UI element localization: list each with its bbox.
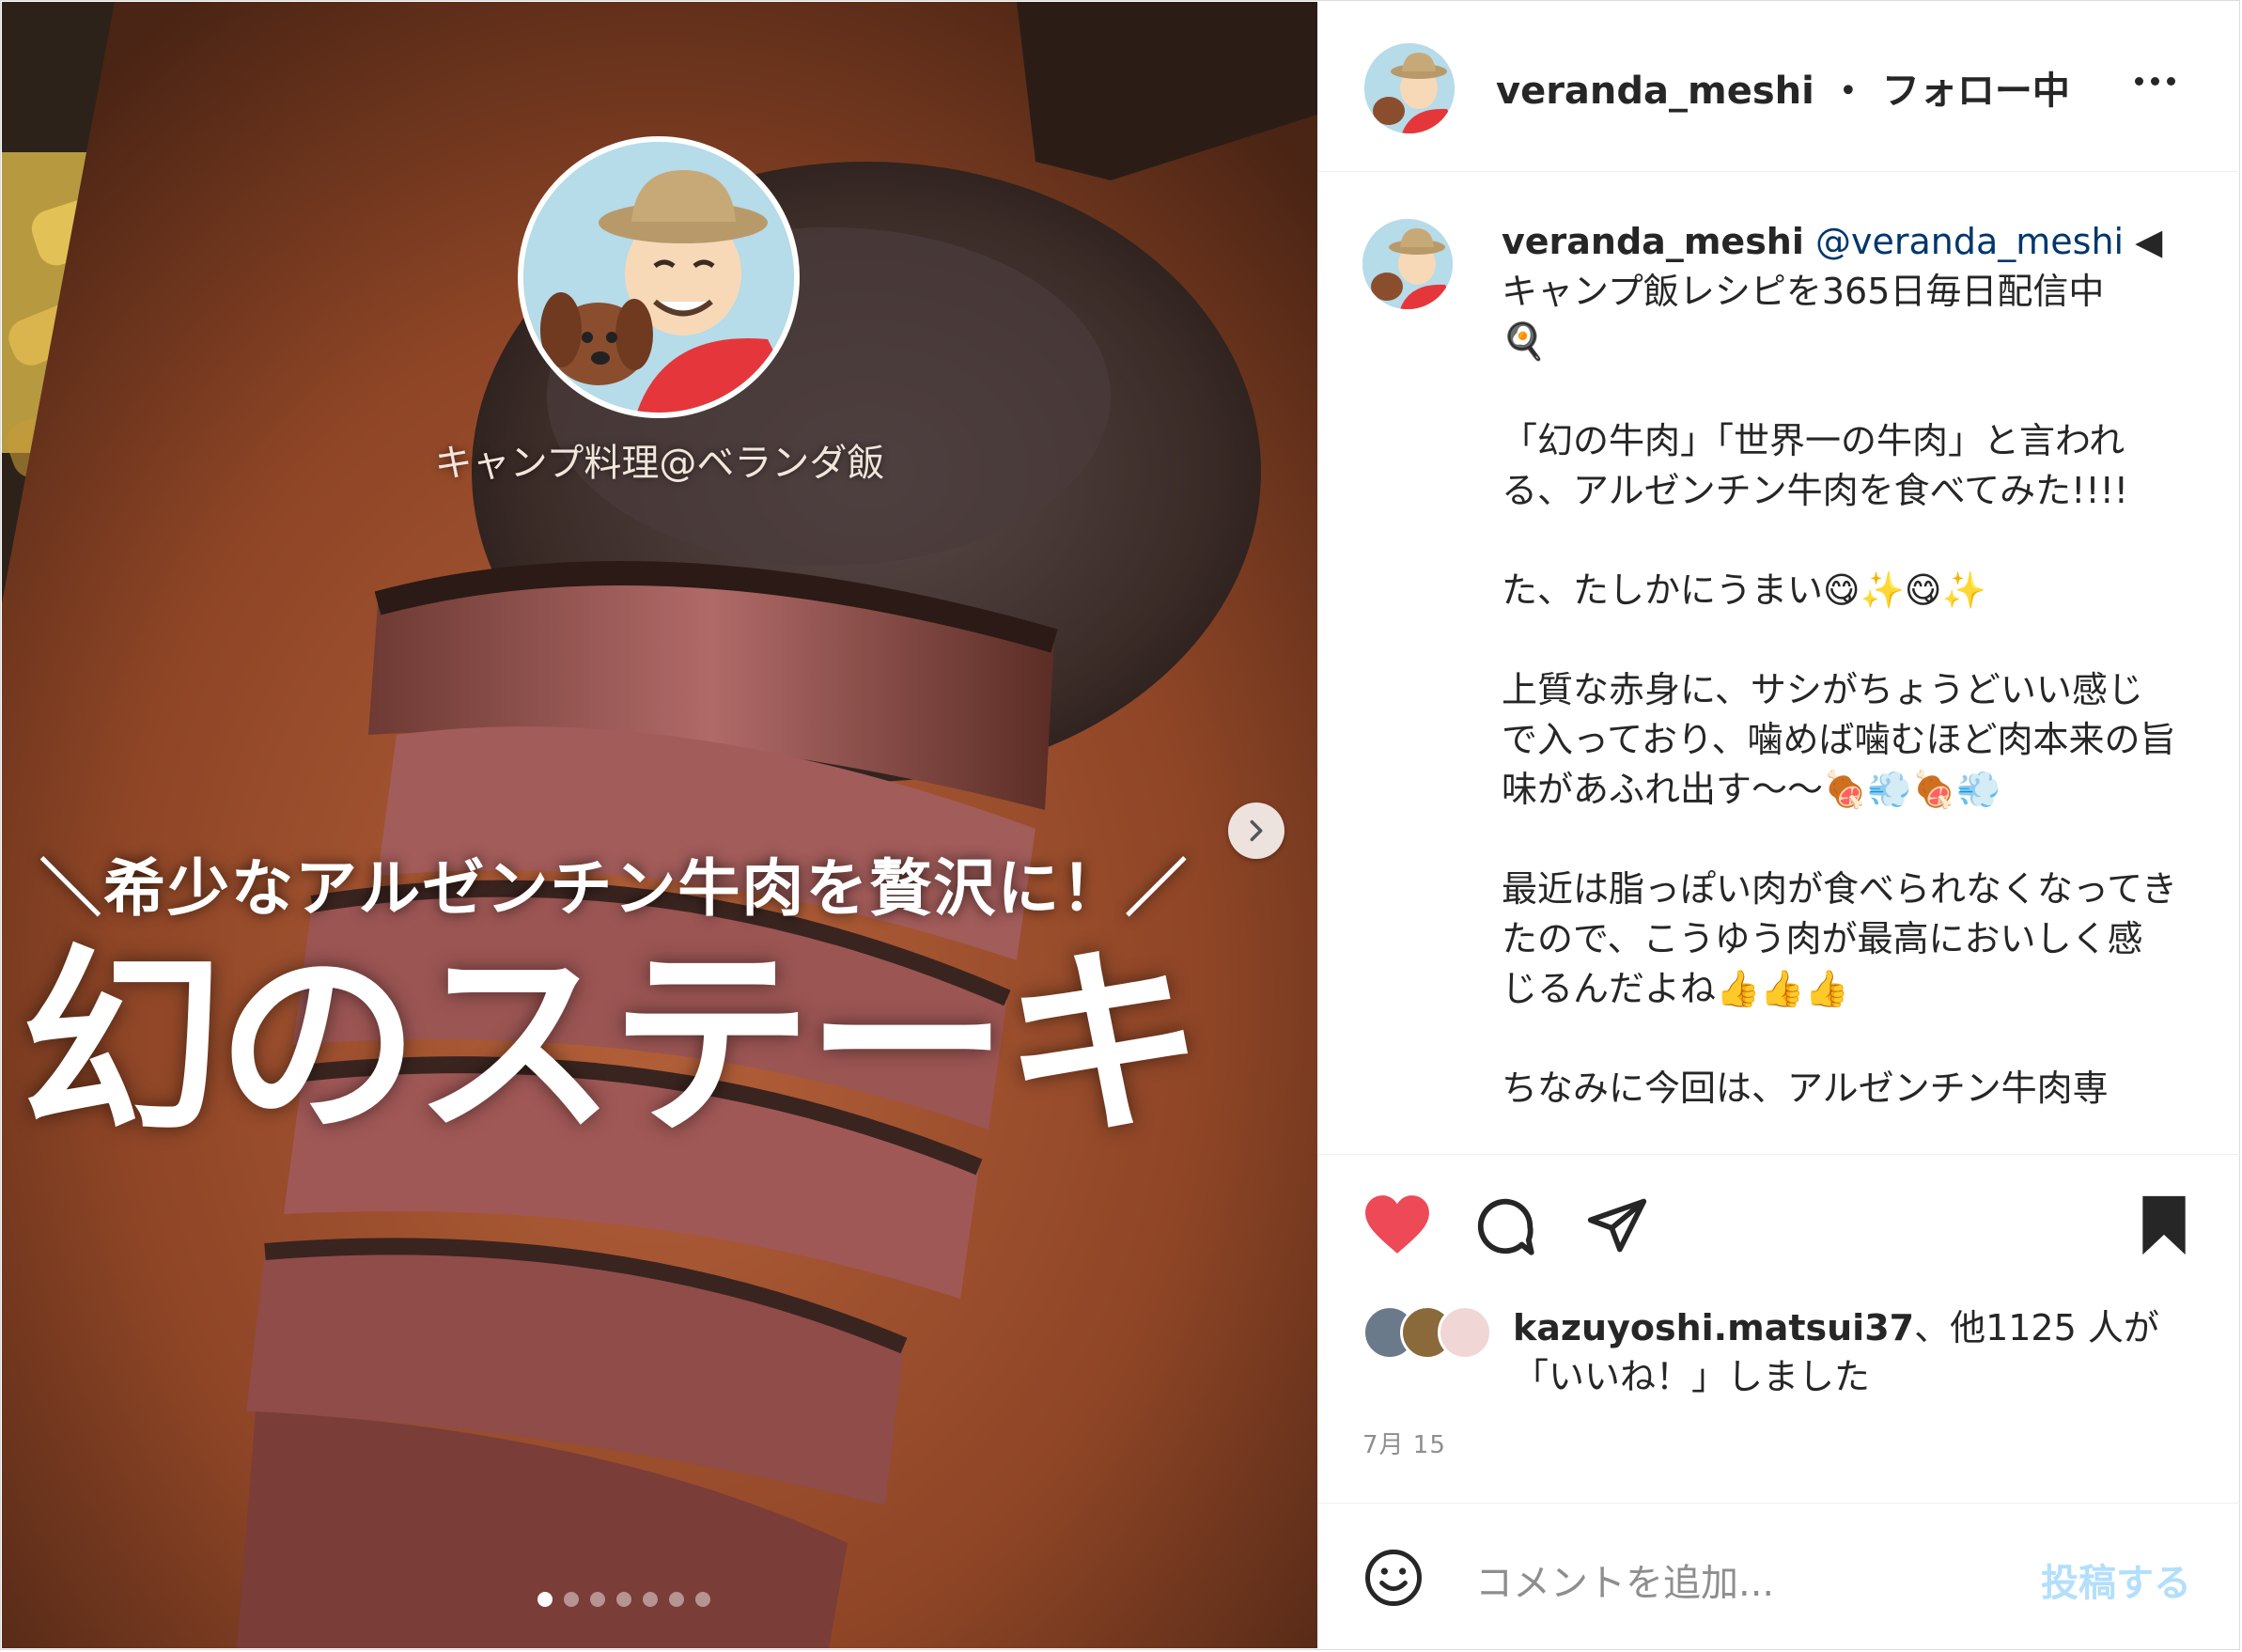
caption-author-avatar[interactable] xyxy=(1362,219,1453,309)
liker-username[interactable]: kazuyoshi.matsui37 xyxy=(1513,1307,1914,1348)
post-title: 幻のステーキ xyxy=(21,927,1205,1162)
comment-button[interactable] xyxy=(1472,1193,1538,1263)
follow-status[interactable]: フォロー中 xyxy=(1882,70,2070,113)
more-dot-icon xyxy=(2167,77,2175,86)
save-button[interactable] xyxy=(2137,1193,2191,1261)
carousel-dots xyxy=(537,1592,710,1607)
caption-username[interactable]: veranda_meshi xyxy=(1502,221,1804,262)
caption-mention[interactable]: @veranda_meshi xyxy=(1815,221,2124,262)
caption-body: ◀ キャンプ飯レシピを365日毎日配信中 🍳 「幻の牛肉」「世界一の牛肉」と言わ… xyxy=(1502,221,2177,1109)
more-dot-icon xyxy=(2151,77,2159,86)
comment-bubble-icon xyxy=(1477,1198,1534,1255)
liker-avatar[interactable] xyxy=(1438,1305,1492,1360)
liker-avatars xyxy=(1362,1305,1503,1362)
brand-avatar xyxy=(518,136,800,418)
header-separator: ・ xyxy=(1829,70,1867,113)
header-username-row: veranda_meshi ・フォロー中 xyxy=(1496,60,2070,115)
like-button[interactable] xyxy=(1362,1192,1432,1261)
chevron-right-icon xyxy=(1250,819,1263,842)
heart-filled-icon xyxy=(1365,1195,1429,1254)
carousel-dot[interactable] xyxy=(590,1592,605,1607)
carousel-dot[interactable] xyxy=(564,1592,579,1607)
bookmark-filled-icon xyxy=(2142,1195,2186,1255)
carousel-dot[interactable] xyxy=(643,1592,658,1607)
chef-illustration-icon xyxy=(523,142,794,413)
post-media[interactable]: キャンプ料理@ベランダ飯 ＼希少なアルゼンチン牛肉を贅沢に！／ 幻のステーキ xyxy=(2,2,1317,1648)
carousel-dot[interactable] xyxy=(616,1592,631,1607)
post-header: veranda_meshi ・フォロー中 xyxy=(1317,2,2240,172)
chef-avatar-icon xyxy=(1364,43,1455,133)
next-slide-button[interactable] xyxy=(1228,803,1284,859)
emoji-button[interactable] xyxy=(1362,1547,1425,1613)
more-dot-icon xyxy=(2135,77,2143,86)
brand-label: キャンプ料理@ベランダ飯 xyxy=(434,442,885,485)
post-comment-button[interactable]: 投稿する xyxy=(2041,1552,2191,1607)
carousel-dot[interactable] xyxy=(695,1592,710,1607)
comment-bar: コメントを追加... 投稿する xyxy=(1317,1503,2240,1649)
more-options-button[interactable] xyxy=(2135,77,2175,86)
carousel-dot[interactable] xyxy=(537,1592,553,1607)
author-avatar[interactable] xyxy=(1364,43,1455,133)
post-side-panel: veranda_meshi ・フォロー中 veranda_meshi @veran… xyxy=(1317,2,2240,1648)
caption-text: veranda_meshi @veranda_meshi ◀ キャンプ飯レシピを… xyxy=(1502,217,2178,1114)
likes-text: kazuyoshi.matsui37、他1125 人が「いいね！」しました xyxy=(1513,1303,2189,1401)
share-button[interactable] xyxy=(1585,1193,1649,1261)
comment-input[interactable]: コメントを追加... xyxy=(1475,1552,1774,1607)
post-date[interactable]: 7月 15 xyxy=(1362,1426,1446,1460)
header-username[interactable]: veranda_meshi xyxy=(1496,70,1814,113)
post-subtitle: ＼希少なアルゼンチン牛肉を贅沢に！／ xyxy=(39,852,1190,925)
action-divider xyxy=(1317,1154,2240,1156)
caption-section: veranda_meshi @veranda_meshi ◀ キャンプ飯レシピを… xyxy=(1317,172,2240,1153)
emoji-smile-icon xyxy=(1365,1550,1422,1606)
paper-plane-icon xyxy=(1587,1198,1647,1253)
chef-avatar-icon xyxy=(1362,219,1453,309)
carousel-dot[interactable] xyxy=(669,1592,684,1607)
